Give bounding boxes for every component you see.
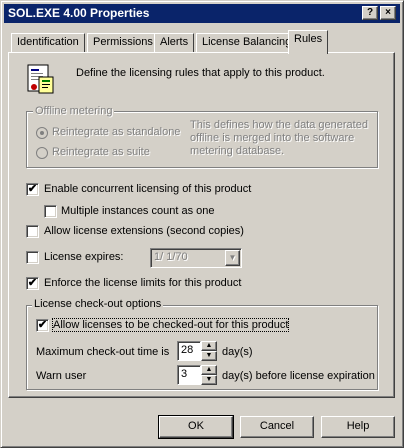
max-checkout-time-spinner[interactable]: ▲ ▼ [201, 341, 217, 361]
help-title-button[interactable]: ? [362, 6, 378, 20]
tab-label: Rules [294, 33, 323, 45]
info-line: This defines how the data generated [190, 119, 368, 131]
warn-user-spinner[interactable]: ▲ ▼ [201, 365, 217, 385]
cancel-button[interactable]: Cancel [240, 416, 314, 438]
properties-dialog: SOL.EXE 4.00 Properties ? × Identificati… [0, 0, 404, 448]
question-icon: ? [366, 7, 374, 18]
close-icon: × [385, 7, 391, 18]
tab-alerts[interactable]: Alerts [154, 33, 195, 53]
license-extensions-label[interactable]: Allow license extensions (second copies) [44, 225, 244, 237]
ok-button[interactable]: OK [158, 415, 234, 439]
tab-identification[interactable]: Identification [11, 33, 85, 53]
spin-up-button[interactable]: ▲ [201, 341, 217, 351]
spin-down-button[interactable]: ▼ [201, 351, 217, 361]
license-expires-checkbox[interactable] [26, 251, 39, 264]
arrow-up-icon: ▲ [205, 342, 213, 349]
enforce-limits-label[interactable]: Enforce the license limits for this prod… [44, 277, 241, 289]
tab-label: Identification [17, 36, 79, 48]
check-icon: ✔ [37, 319, 48, 331]
tab-label: Alerts [160, 36, 189, 48]
tab-label: Permissions [93, 36, 153, 48]
chevron-down-icon: ▼ [228, 253, 237, 262]
expiry-date-value: 1/ 1/70 [154, 251, 188, 263]
window-title: SOL.EXE 4.00 Properties [8, 6, 150, 20]
concurrent-licensing-checkbox[interactable]: ✔ [26, 183, 39, 196]
arrow-down-icon: ▼ [205, 352, 213, 359]
warn-user-input[interactable]: 3 [177, 365, 201, 385]
max-checkout-time-unit: day(s) [222, 346, 253, 358]
multiple-instances-label[interactable]: Multiple instances count as one [61, 205, 214, 217]
spin-down-button[interactable]: ▼ [201, 375, 217, 385]
checkout-options-legend: License check-out options [32, 298, 164, 310]
license-document-icon [27, 64, 54, 94]
info-line: metering database. [190, 145, 285, 157]
offline-metering-info: This defines how the data generated offl… [190, 119, 368, 158]
allow-checkout-label[interactable]: Allow licenses to be checked-out for thi… [51, 318, 290, 332]
offline-metering-legend: Offline metering [33, 105, 115, 117]
check-icon: ✔ [27, 183, 38, 195]
tab-rules[interactable]: Rules [288, 30, 329, 54]
max-checkout-time-input[interactable]: 28 [177, 341, 201, 361]
license-expires-label[interactable]: License expires: [44, 251, 124, 263]
tab-license-balancing[interactable]: License Balancing [196, 33, 298, 53]
arrow-up-icon: ▲ [205, 366, 213, 373]
arrow-down-icon: ▼ [205, 376, 213, 383]
spin-up-button[interactable]: ▲ [201, 365, 217, 375]
date-dropdown-button[interactable]: ▼ [225, 250, 240, 266]
tab-permissions[interactable]: Permissions [87, 33, 159, 53]
allow-checkout-checkbox[interactable]: ✔ [36, 319, 49, 332]
close-button[interactable]: × [380, 6, 396, 20]
enforce-limits-checkbox[interactable]: ✔ [26, 277, 39, 290]
title-bar[interactable]: SOL.EXE 4.00 Properties ? × [4, 4, 400, 23]
check-icon: ✔ [27, 277, 38, 289]
help-button[interactable]: Help [321, 416, 395, 438]
expiry-date-picker[interactable]: 1/ 1/70 ▼ [150, 248, 242, 268]
reintegrate-suite-radio[interactable] [36, 147, 48, 159]
max-checkout-time-label: Maximum check-out time is [36, 346, 170, 358]
warn-user-unit: day(s) before license expiration [222, 370, 375, 382]
info-line: offline is merged into the software [190, 132, 355, 144]
warn-user-label: Warn user [36, 370, 87, 382]
reintegrate-suite-label[interactable]: Reintegrate as suite [52, 146, 150, 158]
reintegrate-standalone-label[interactable]: Reintegrate as standalone [52, 126, 180, 138]
reintegrate-standalone-radio[interactable] [36, 127, 48, 139]
tab-label: License Balancing [202, 36, 292, 48]
concurrent-licensing-label[interactable]: Enable concurrent licensing of this prod… [44, 183, 251, 195]
license-extensions-checkbox[interactable] [26, 225, 39, 238]
rules-description: Define the licensing rules that apply to… [76, 67, 325, 79]
multiple-instances-checkbox[interactable] [44, 205, 57, 218]
